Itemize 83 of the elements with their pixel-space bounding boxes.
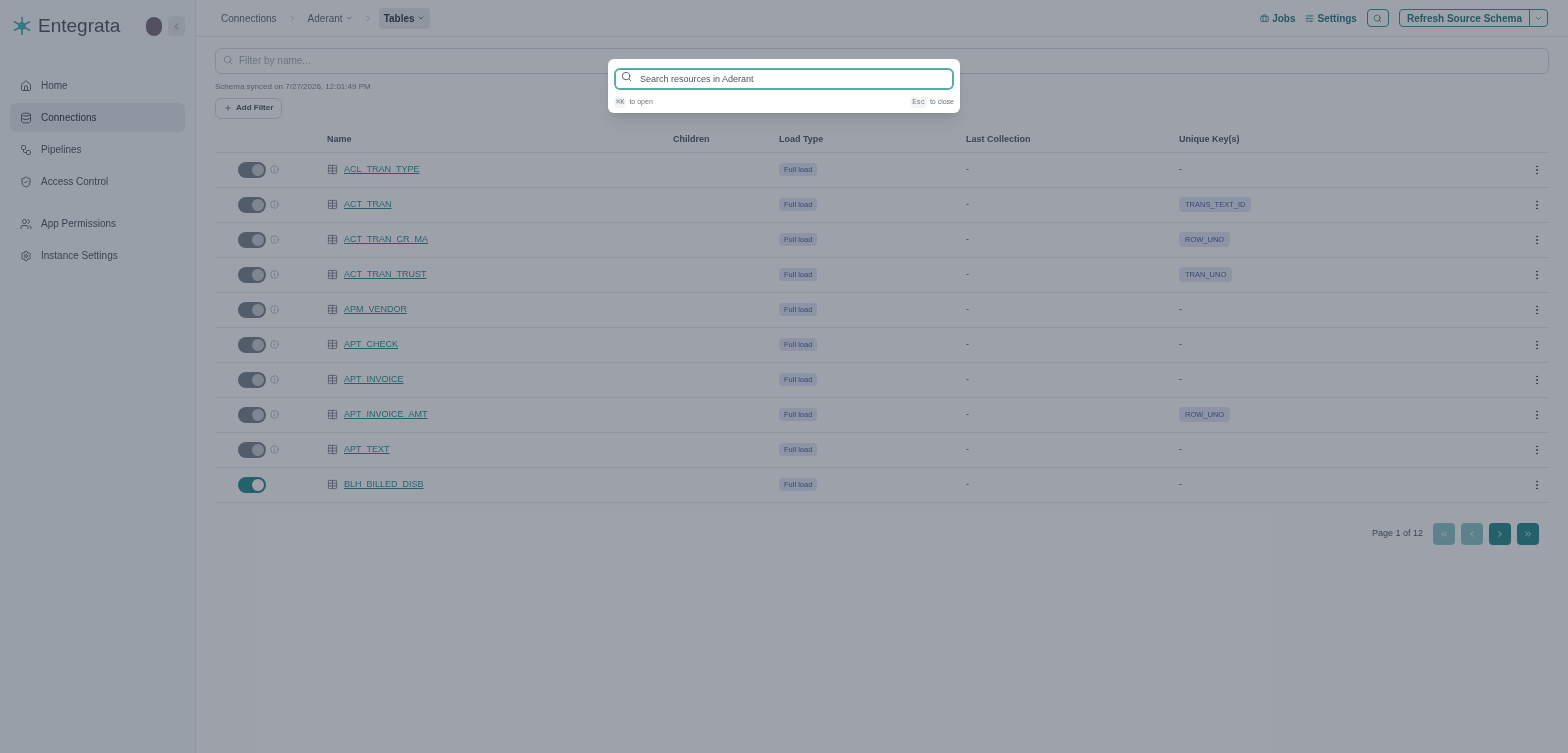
table-cell-text: - — [1179, 302, 1182, 316]
table-icon — [327, 164, 338, 175]
next-chevron-icon — [1495, 528, 1505, 539]
table-cell: - — [966, 443, 969, 454]
table-cell: - — [966, 373, 969, 384]
table-icon — [327, 269, 338, 280]
search-resources-field[interactable]: Search resources in Aderant — [614, 68, 954, 90]
snowflake-logo-icon — [12, 16, 32, 36]
gear-icon — [20, 249, 32, 262]
sync-note: Schema synced on 7/27/2026, 12:01:49 PM — [215, 80, 372, 93]
table-cell-text: - — [1179, 162, 1182, 176]
search-icon — [621, 70, 632, 82]
table-cell: - — [966, 198, 969, 209]
table-icon — [327, 234, 338, 245]
table-icon — [327, 199, 338, 210]
caret-icon — [416, 14, 425, 22]
users-icon — [20, 217, 32, 230]
refresh-schema-split-button[interactable]: Refresh Source Schema — [1398, 9, 1548, 27]
info-icon[interactable] — [270, 305, 279, 314]
settings-button[interactable]: Settings — [1305, 10, 1357, 26]
breadcrumb[interactable]: Aderant — [302, 7, 358, 29]
table-cell: - — [966, 233, 969, 244]
caret-icon — [344, 14, 353, 22]
user-avatar[interactable] — [146, 16, 163, 36]
column-header: Unique Key(s) — [1179, 134, 1240, 145]
table-icon — [327, 479, 338, 490]
sidebar-item[interactable]: Connections — [10, 103, 185, 132]
database-icon — [20, 111, 32, 124]
table-cell-text: - — [1179, 372, 1182, 386]
table-icon — [327, 339, 338, 350]
table-name-link[interactable]: BLH_BILLED_DISB — [344, 477, 424, 492]
search-icon — [1373, 13, 1383, 23]
sidebar-item[interactable]: Home — [10, 71, 185, 100]
last-page-button[interactable] — [1517, 522, 1539, 545]
sliders-icon — [1305, 13, 1315, 23]
info-icon[interactable] — [270, 445, 279, 454]
toggle-switch[interactable] — [238, 476, 266, 493]
table-icon — [327, 409, 338, 420]
breadcrumb[interactable]: Connections — [216, 7, 282, 29]
table-icon — [327, 374, 338, 385]
plus-icon — [224, 104, 232, 112]
info-icon[interactable] — [270, 270, 279, 279]
column-header: Last Collection — [966, 134, 1031, 145]
table-icon — [327, 444, 338, 455]
briefcase-icon — [1260, 13, 1270, 23]
table-cell-text: - — [1179, 477, 1182, 491]
shield-icon — [20, 175, 32, 188]
brand-name: Entegrata — [38, 13, 121, 38]
last-chevron-icon — [1523, 528, 1533, 539]
table-cell: - — [966, 303, 969, 314]
table-cell: - — [966, 408, 969, 419]
info-icon[interactable] — [270, 235, 279, 244]
add-filter-button[interactable]: Add Filter — [215, 97, 283, 119]
table-icon — [327, 304, 338, 315]
page-indicator: Page 1 of 12 — [1371, 526, 1423, 540]
info-icon[interactable] — [270, 340, 279, 349]
table-cell-text: - — [1179, 442, 1182, 456]
pipeline-icon — [20, 143, 32, 156]
first-chevron-icon — [1439, 528, 1449, 539]
info-icon[interactable] — [270, 165, 279, 174]
sidebar-item[interactable]: App Permissions — [10, 209, 185, 238]
prev-chevron-icon — [1467, 528, 1477, 539]
sidebar-item[interactable]: Access Control — [10, 167, 185, 196]
info-icon[interactable] — [270, 200, 279, 209]
home-icon — [20, 79, 32, 92]
column-header: Children — [673, 134, 710, 145]
column-header: Load Type — [779, 134, 824, 145]
info-icon[interactable] — [270, 410, 279, 419]
jobs-button[interactable]: Jobs — [1260, 10, 1296, 26]
table-cell-text: - — [1179, 337, 1182, 351]
table-cell: - — [966, 268, 969, 279]
sidebar-item[interactable]: Instance Settings — [10, 241, 185, 270]
search-button[interactable] — [1366, 9, 1389, 27]
table-cell: - — [966, 478, 969, 489]
breadcrumb[interactable]: Tables — [378, 7, 430, 29]
collapse-sidebar-button[interactable] — [168, 16, 185, 36]
table-cell: - — [966, 338, 969, 349]
column-header: Name — [327, 134, 352, 145]
table-cell: - — [966, 163, 969, 174]
sidebar-item[interactable]: Pipelines — [10, 135, 185, 164]
next-page-button[interactable] — [1489, 522, 1511, 545]
info-icon[interactable] — [270, 375, 279, 384]
search-icon — [223, 55, 233, 65]
